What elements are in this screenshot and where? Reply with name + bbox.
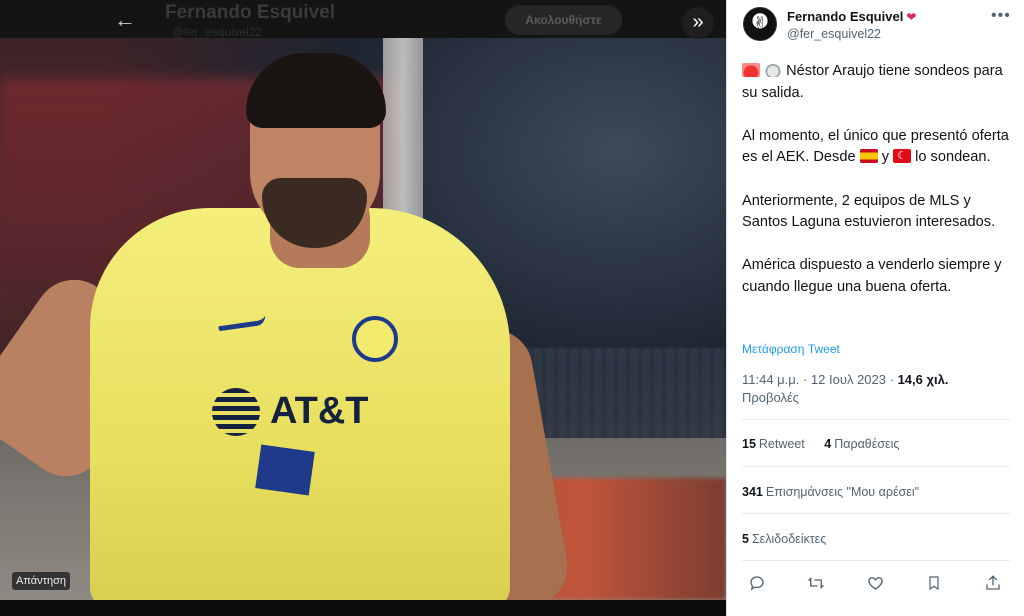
tweet-paragraph-4: América dispuesto a venderlo siempre y c… <box>742 257 1002 295</box>
tweet-meta: 11:44 μ.μ. · 12 Ιουλ 2023 · 14,6 χιλ. Πρ… <box>742 371 1012 407</box>
spain-flag-icon <box>859 149 878 164</box>
share-icon[interactable] <box>978 569 1008 597</box>
media-viewer: ← Fernando Esquivel @fer_esquivel22 Ακολ… <box>0 0 726 616</box>
tweet-paragraph-2b: y <box>881 149 889 166</box>
tweet-paragraph-1: Néstor Araujo tiene sondeos para su sali… <box>742 63 1003 101</box>
hands-emoji-icon <box>764 63 783 77</box>
author-handle[interactable]: @fer_esquivel22 <box>787 27 881 41</box>
retweet-icon[interactable] <box>801 569 831 597</box>
likes-stat[interactable]: 341 Επισημάνσεις "Μου αρέσει" <box>742 485 919 499</box>
tweet-body: Néstor Araujo tiene sondeos para su sali… <box>742 61 1017 320</box>
siren-emoji-icon <box>742 63 760 77</box>
quotes-stat[interactable]: 4 Παραθέσεις <box>824 437 899 451</box>
avatar[interactable]: ✌ <box>743 7 777 41</box>
viewer-top-bar: ← Fernando Esquivel @fer_esquivel22 Ακολ… <box>0 0 726 39</box>
tweet-paragraph-2c: lo sondean. <box>915 149 991 166</box>
peace-hand-icon: ✌ <box>753 14 768 33</box>
translate-tweet-link[interactable]: Μετάφραση Tweet <box>742 342 840 356</box>
retweets-stat[interactable]: 15 Retweet <box>742 437 805 451</box>
bookmarks-stat[interactable]: 5 Σελιδοδείκτες <box>742 532 826 546</box>
heart-badge-icon: ❤ <box>906 10 917 24</box>
tweet-paragraph-3: Anteriormente, 2 equipos de MLS y Santos… <box>742 192 996 231</box>
background-author-handle: @fer_esquivel22 <box>172 25 263 39</box>
follow-button[interactable]: Ακολουθήστε <box>505 5 622 35</box>
author-name[interactable]: Fernando Esquivel <box>787 9 903 24</box>
turkey-flag-icon <box>893 146 912 168</box>
back-arrow-icon[interactable]: ← <box>110 6 140 34</box>
tweet-photo[interactable]: AT&T <box>0 38 726 600</box>
reply-icon[interactable] <box>742 569 772 597</box>
tweet-timestamp[interactable]: 11:44 μ.μ. · 12 Ιουλ 2023 · <box>742 372 894 387</box>
club-crest-icon <box>352 316 398 362</box>
background-author-name: Fernando Esquivel <box>165 2 335 23</box>
collapse-panel-icon[interactable]: » <box>682 7 714 39</box>
views-count: 14,6 χιλ. <box>897 372 949 387</box>
more-options-icon[interactable]: ••• <box>991 7 1011 25</box>
tweet-panel: ✌ Fernando Esquivel ❤ @fer_esquivel22 •••… <box>726 0 1024 616</box>
views-label: Προβολές <box>742 390 800 405</box>
bookmark-icon[interactable] <box>919 569 949 597</box>
jersey-secondary-logo <box>255 444 315 496</box>
tweet-actions <box>742 569 1008 597</box>
reply-label[interactable]: Απάντηση <box>12 572 70 590</box>
photo-player: AT&T <box>0 38 726 600</box>
jersey-sponsor-text: AT&T <box>270 390 369 432</box>
att-globe-icon <box>212 388 260 436</box>
like-heart-icon[interactable] <box>860 569 890 597</box>
